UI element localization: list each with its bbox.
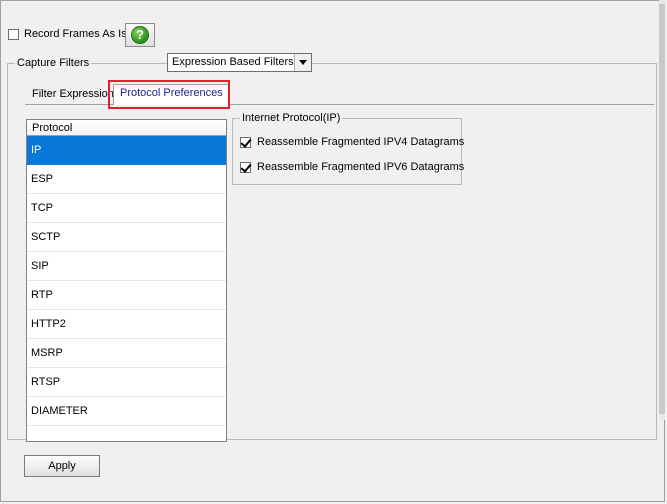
highlight-box xyxy=(108,80,230,109)
filter-type-select[interactable]: Expression Based Filters xyxy=(167,53,312,72)
list-item[interactable]: ESP xyxy=(27,165,226,194)
tab-filter-expression[interactable]: Filter Expression xyxy=(26,86,120,105)
list-item[interactable]: DIAMETER xyxy=(27,397,226,426)
scrollbar-thumb[interactable] xyxy=(659,4,665,414)
list-item[interactable]: SCTP xyxy=(27,223,226,252)
ip-options-title: Internet Protocol(IP) xyxy=(240,112,343,124)
apply-button[interactable]: Apply xyxy=(24,455,100,477)
list-item[interactable]: RTSP xyxy=(27,368,226,397)
list-item[interactable]: RTP xyxy=(27,281,226,310)
capture-filters-title: Capture Filters xyxy=(15,57,92,69)
chevron-down-icon[interactable] xyxy=(294,54,311,71)
list-item[interactable]: SIP xyxy=(27,252,226,281)
list-item[interactable]: HTTP2 xyxy=(27,310,226,339)
record-frames-label: Record Frames As Is xyxy=(24,28,127,40)
ipv4-reassemble-label: Reassemble Fragmented IPV4 Datagrams xyxy=(257,136,465,148)
ipv6-reassemble-label: Reassemble Fragmented IPV6 Datagrams xyxy=(257,161,465,173)
list-item[interactable]: TCP xyxy=(27,194,226,223)
ip-options-group xyxy=(232,118,462,185)
ipv4-reassemble-checkbox[interactable] xyxy=(240,137,251,148)
protocol-column-header[interactable]: Protocol xyxy=(27,120,226,136)
record-frames-checkbox[interactable] xyxy=(8,29,19,40)
help-button[interactable]: ? xyxy=(125,23,155,47)
list-item[interactable]: IP xyxy=(27,136,226,165)
filter-type-value: Expression Based Filters xyxy=(172,56,294,68)
protocol-list[interactable]: Protocol IP ESP TCP SCTP SIP RTP HTTP2 M… xyxy=(26,119,227,442)
ipv6-reassemble-checkbox[interactable] xyxy=(240,162,251,173)
vertical-scrollbar[interactable] xyxy=(659,0,665,420)
help-icon: ? xyxy=(131,26,149,44)
list-item[interactable]: MSRP xyxy=(27,339,226,368)
